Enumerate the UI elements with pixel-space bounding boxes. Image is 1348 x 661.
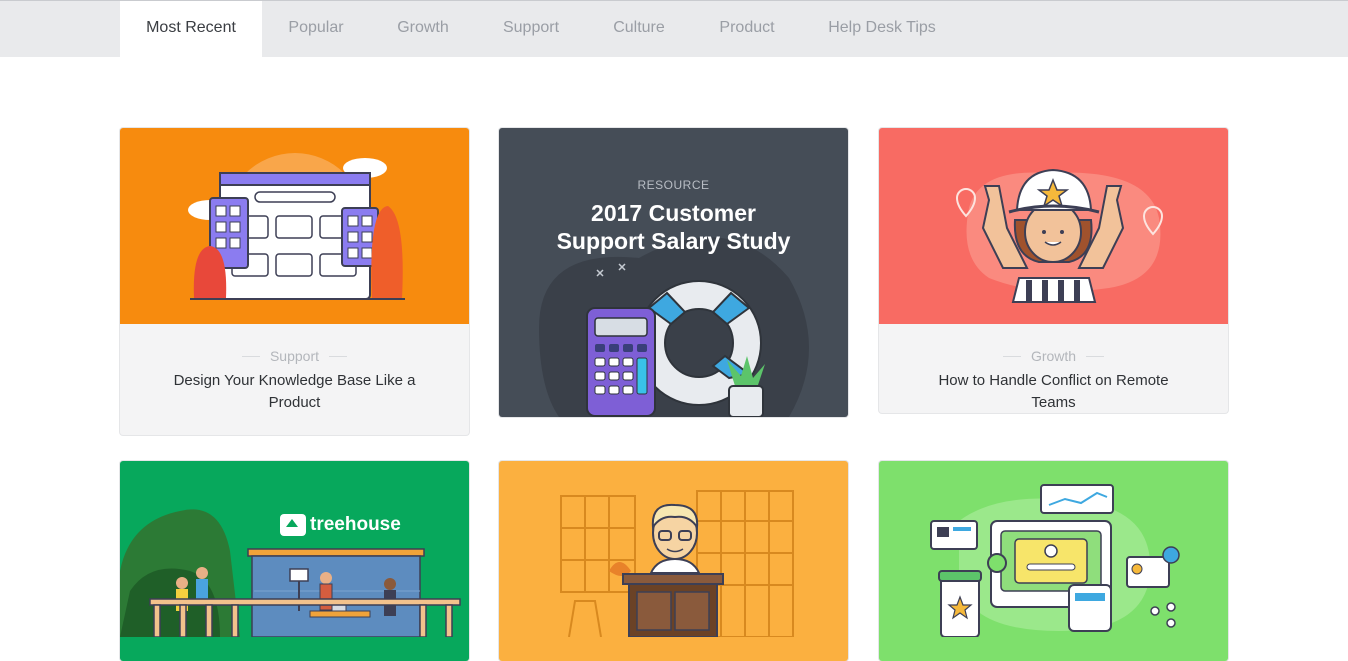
article-card[interactable]: Growth How to Handle Conflict on Remote …: [879, 128, 1228, 413]
card-title[interactable]: Design Your Knowledge Base Like a Produc…: [120, 370, 469, 414]
calculator-lifebuoy-illustration: [539, 237, 809, 417]
card-meta: Support Design Your Knowledge Base Like …: [120, 348, 469, 414]
card-title[interactable]: How to Handle Conflict on Remote Teams: [879, 370, 1228, 413]
tab-popular[interactable]: Popular: [270, 1, 362, 58]
tab-product[interactable]: Product: [700, 1, 794, 58]
article-card[interactable]: [499, 461, 848, 661]
treehouse-logo: treehouse: [310, 514, 401, 535]
card-category: Growth: [879, 348, 1228, 364]
tab-support[interactable]: Support: [484, 1, 578, 58]
tab-help-desk-tips[interactable]: Help Desk Tips: [812, 1, 952, 58]
tab-culture[interactable]: Culture: [596, 1, 682, 58]
tab-most-recent[interactable]: Most Recent: [120, 1, 262, 58]
card-label: RESOURCE: [637, 178, 710, 192]
article-card[interactable]: treehouse: [120, 461, 469, 661]
article-card[interactable]: [879, 461, 1228, 661]
resource-card[interactable]: RESOURCE 2017 Customer Support Salary St…: [499, 128, 848, 417]
article-card[interactable]: Support Design Your Knowledge Base Like …: [120, 128, 469, 435]
card-title[interactable]: 2017 Customer Support Salary Study: [499, 199, 848, 255]
card-category: Support: [120, 348, 469, 364]
dashboard-devices-illustration: [930, 484, 1180, 637]
browser-window-illustration: [120, 128, 469, 324]
card-meta: Growth How to Handle Conflict on Remote …: [879, 348, 1228, 413]
referee-illustration: [879, 128, 1228, 324]
library-desk-illustration: [560, 490, 794, 637]
category-tab-bar: Most Recent Popular Growth Support Cultu…: [0, 0, 1348, 58]
treehouse-office-illustration: treehouse: [120, 509, 461, 637]
tab-growth[interactable]: Growth: [378, 1, 468, 58]
